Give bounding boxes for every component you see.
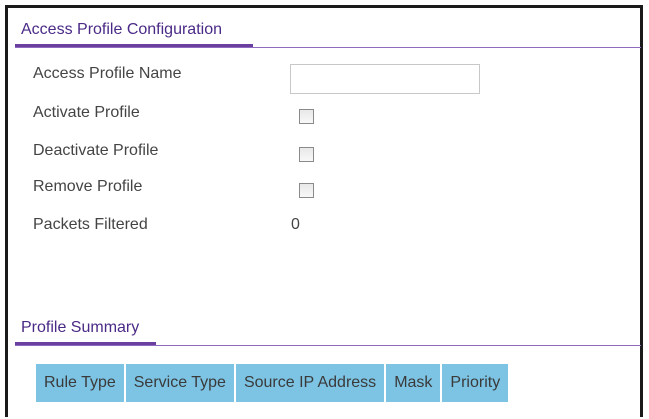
column-header-rule-type[interactable]: Rule Type xyxy=(36,364,124,402)
deactivate-profile-checkbox[interactable] xyxy=(299,147,314,162)
section-title-profile-summary: Profile Summary xyxy=(21,319,140,336)
activate-profile-label: Activate Profile xyxy=(33,104,140,121)
column-header-mask[interactable]: Mask xyxy=(386,364,441,402)
remove-profile-checkbox[interactable] xyxy=(299,183,314,198)
access-profile-name-label: Access Profile Name xyxy=(33,65,182,82)
activate-profile-checkbox[interactable] xyxy=(299,109,314,124)
summary-divider xyxy=(15,345,641,346)
deactivate-profile-label: Deactivate Profile xyxy=(33,142,159,159)
column-header-source-ip-address[interactable]: Source IP Address xyxy=(235,364,385,402)
access-profile-name-input[interactable] xyxy=(290,64,480,94)
remove-profile-label: Remove Profile xyxy=(33,178,143,195)
section-title-access-profile: Access Profile Configuration xyxy=(21,21,222,38)
section-divider xyxy=(15,47,641,48)
column-header-priority[interactable]: Priority xyxy=(442,364,509,402)
profile-summary-table-header: Rule Type Service Type Source IP Address… xyxy=(36,364,510,402)
column-header-service-type[interactable]: Service Type xyxy=(125,364,234,402)
packets-filtered-label: Packets Filtered xyxy=(33,216,148,233)
packets-filtered-value: 0 xyxy=(291,216,300,233)
